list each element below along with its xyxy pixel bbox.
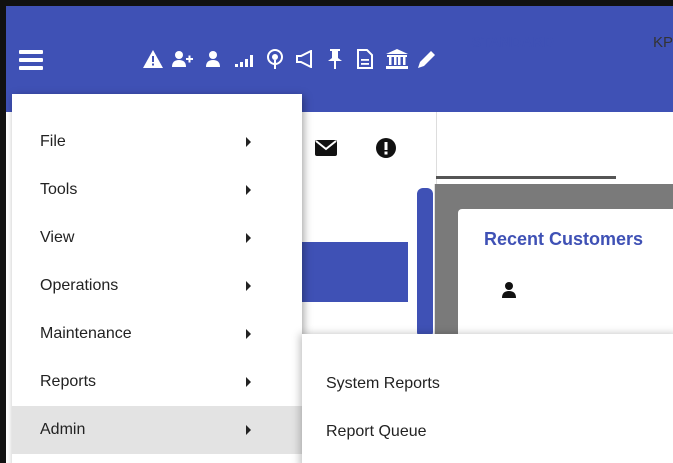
warning-icon[interactable]	[140, 46, 166, 72]
menu-item-label: Operations	[40, 277, 119, 294]
submenu-item-label: System Reports	[326, 375, 440, 392]
document-icon[interactable]	[352, 46, 378, 72]
customer-user-icon	[502, 282, 516, 303]
menu-item-label: File	[40, 133, 66, 150]
app-window: STANDARD KPI Recent Customers : File Too…	[0, 0, 673, 463]
mail-icon[interactable]	[296, 112, 356, 184]
tabs-row	[296, 112, 673, 184]
chevron-right-icon	[246, 329, 251, 339]
menu-item-label: Maintenance	[40, 325, 132, 342]
alert-icon[interactable]	[356, 112, 416, 184]
submenu-item-system-reports[interactable]: System Reports	[302, 360, 673, 408]
bank-icon[interactable]	[384, 46, 410, 72]
submenu-item-report-queue[interactable]: Report Queue	[302, 408, 673, 456]
left-panel-highlight[interactable]	[296, 242, 408, 302]
scrollbar[interactable]	[417, 188, 433, 338]
card-title: Recent Customers	[484, 229, 644, 249]
menu-item-maintenance[interactable]: Maintenance	[12, 310, 302, 358]
signal-icon[interactable]	[232, 46, 258, 72]
pin-icon[interactable]	[322, 46, 348, 72]
menu-item-view[interactable]: View	[12, 214, 302, 262]
user-icon[interactable]	[200, 46, 226, 72]
broadcast-icon[interactable]	[262, 46, 288, 72]
menu-item-label: View	[40, 229, 75, 246]
menu-item-label: Reports	[40, 373, 97, 390]
tabs-separator	[436, 112, 437, 184]
tab-kpi[interactable]: KPI	[653, 6, 673, 78]
menu-item-label: Tools	[40, 181, 78, 198]
tab-standard[interactable]: STANDARD	[471, 6, 554, 78]
megaphone-icon[interactable]	[292, 46, 318, 72]
menu-item-label: Admin	[40, 421, 86, 438]
active-tab-indicator	[436, 176, 616, 179]
chevron-right-icon	[246, 425, 251, 435]
chevron-right-icon	[246, 233, 251, 243]
tab-standard-label: STANDARD	[471, 33, 555, 51]
menu-item-tools[interactable]: Tools	[12, 166, 302, 214]
menu-icon[interactable]	[19, 50, 43, 70]
chevron-right-icon	[246, 281, 251, 291]
submenu-item-label: Report Queue	[326, 423, 427, 440]
chevron-right-icon	[246, 185, 251, 195]
menu-item-admin[interactable]: Admin	[12, 406, 302, 454]
menu-item-operations[interactable]: Operations	[12, 262, 302, 310]
menu-item-reports[interactable]: Reports	[12, 358, 302, 406]
tab-kpi-label: KPI	[653, 33, 673, 51]
menu-item-file[interactable]: File	[12, 118, 302, 166]
add-user-icon[interactable]	[170, 46, 196, 72]
chevron-right-icon	[246, 137, 251, 147]
main-menu: File Tools View Operations Maintenance R…	[12, 94, 302, 463]
admin-submenu: System Reports Report Queue	[302, 334, 673, 463]
chevron-right-icon	[246, 377, 251, 387]
pencil-icon[interactable]	[414, 46, 440, 72]
